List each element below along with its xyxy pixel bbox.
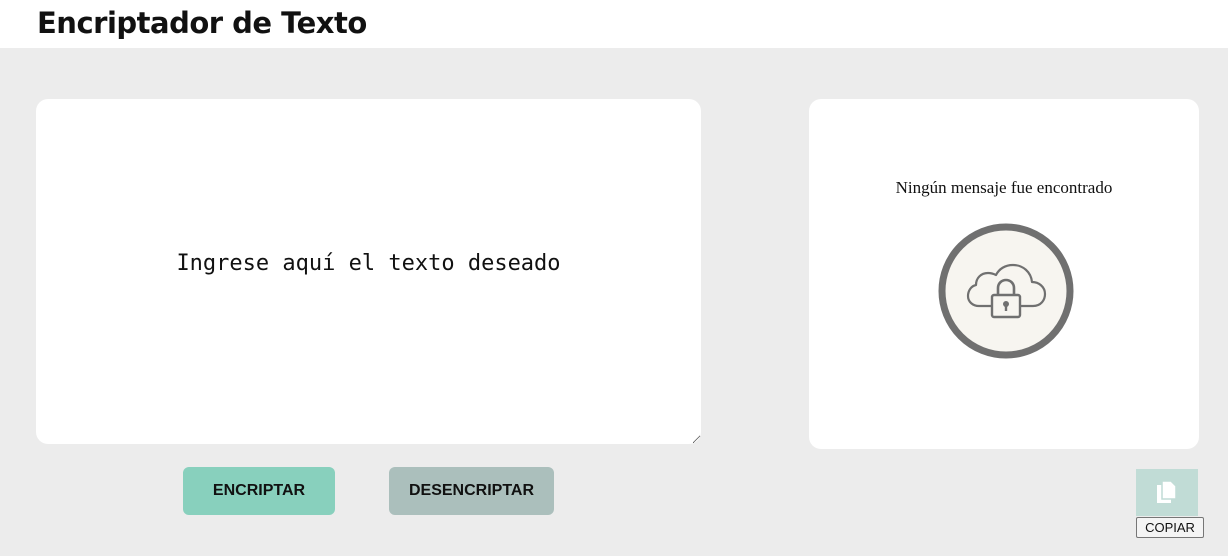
app-header: Encriptador de Texto — [0, 0, 1228, 48]
encrypt-button[interactable]: ENCRIPTAR — [183, 467, 335, 515]
empty-output-message: Ningún mensaje fue encontrado — [895, 178, 1113, 197]
page-title: Encriptador de Texto — [37, 6, 367, 40]
decrypt-button[interactable]: DESENCRIPTAR — [389, 467, 554, 515]
cloud-lock-icon — [938, 223, 1074, 359]
output-panel: Ningún mensaje fue encontrado — [809, 99, 1199, 449]
text-input[interactable] — [36, 99, 701, 444]
input-panel — [36, 99, 701, 444]
copy-icon-button[interactable] — [1136, 469, 1198, 516]
copy-button[interactable]: COPIAR — [1136, 517, 1204, 538]
copy-icon — [1157, 479, 1177, 503]
